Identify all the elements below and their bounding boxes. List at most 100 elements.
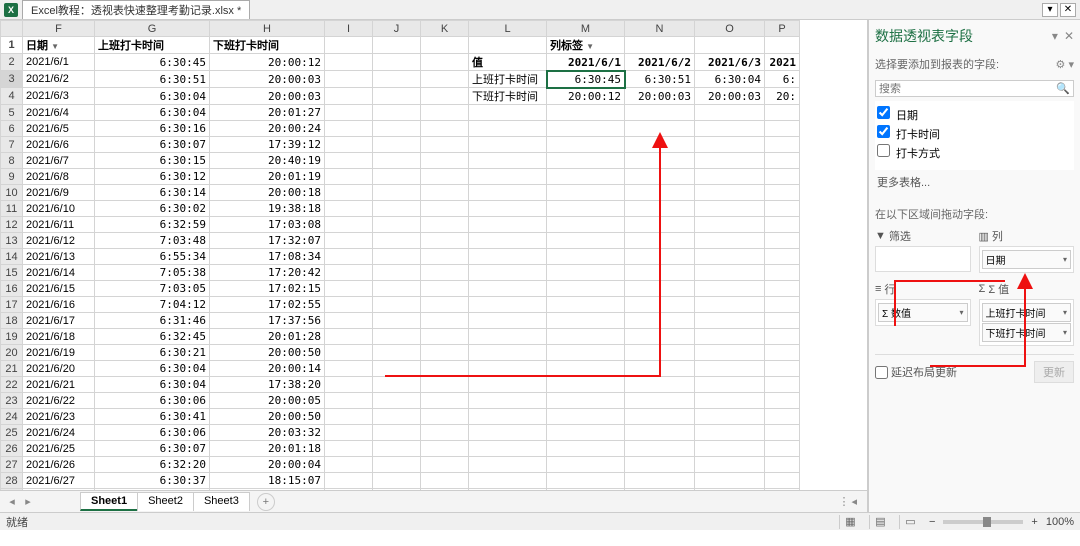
cell[interactable] xyxy=(469,457,547,473)
cell[interactable] xyxy=(421,361,469,377)
cell[interactable]: 2021/6/27 xyxy=(23,473,95,489)
view-normal-icon[interactable]: ▦ xyxy=(839,515,861,529)
cell[interactable] xyxy=(325,281,373,297)
cell[interactable] xyxy=(547,185,625,201)
cell[interactable]: 2021/6/1 xyxy=(547,54,625,71)
col-header-M[interactable]: M xyxy=(547,21,625,37)
cell[interactable]: 2021/6/21 xyxy=(23,377,95,393)
area-chip[interactable]: 上班打卡时间▾ xyxy=(982,303,1072,322)
cell[interactable]: 2021/6/19 xyxy=(23,345,95,361)
cell[interactable] xyxy=(765,441,800,457)
cell[interactable] xyxy=(625,121,695,137)
cell[interactable] xyxy=(695,377,765,393)
cell[interactable] xyxy=(765,233,800,249)
cell[interactable]: 2021/6/25 xyxy=(23,441,95,457)
cell[interactable]: 2021/6/12 xyxy=(23,233,95,249)
cell[interactable] xyxy=(469,409,547,425)
cell[interactable]: 6:30:04 xyxy=(95,361,210,377)
cell[interactable] xyxy=(325,249,373,265)
cell[interactable]: 20:00:03 xyxy=(625,88,695,105)
cell[interactable] xyxy=(469,37,547,54)
cell[interactable]: 2021/6/18 xyxy=(23,329,95,345)
cell[interactable] xyxy=(625,105,695,121)
cell[interactable] xyxy=(625,201,695,217)
cell[interactable] xyxy=(373,201,421,217)
minimize-pane-icon[interactable]: ▾ xyxy=(1042,3,1058,17)
row-header[interactable]: 11 xyxy=(1,201,23,217)
cell[interactable] xyxy=(469,201,547,217)
cell[interactable] xyxy=(625,169,695,185)
cell[interactable] xyxy=(325,393,373,409)
row-header[interactable]: 3 xyxy=(1,71,23,88)
cell[interactable]: 20:01:28 xyxy=(210,329,325,345)
cell[interactable] xyxy=(421,88,469,105)
col-header-L[interactable]: L xyxy=(469,21,547,37)
cell[interactable] xyxy=(373,233,421,249)
cell[interactable] xyxy=(325,71,373,88)
field-checkbox[interactable] xyxy=(877,106,890,119)
cell[interactable] xyxy=(695,169,765,185)
cell[interactable]: 20:00:03 xyxy=(695,88,765,105)
cell[interactable] xyxy=(765,201,800,217)
cell[interactable] xyxy=(469,121,547,137)
cell[interactable] xyxy=(765,473,800,489)
cell[interactable] xyxy=(373,457,421,473)
cell[interactable]: 17:32:07 xyxy=(210,233,325,249)
cell[interactable]: 6:31:46 xyxy=(95,313,210,329)
cell[interactable] xyxy=(421,329,469,345)
cell[interactable] xyxy=(373,441,421,457)
cell[interactable] xyxy=(325,37,373,54)
cell[interactable] xyxy=(695,313,765,329)
cell[interactable]: 6:30:04 xyxy=(695,71,765,88)
cell[interactable] xyxy=(421,105,469,121)
cell[interactable] xyxy=(625,37,695,54)
cell[interactable] xyxy=(421,71,469,88)
cell[interactable]: 2021/6/2 xyxy=(625,54,695,71)
cell[interactable]: 17:37:56 xyxy=(210,313,325,329)
field-checkbox[interactable] xyxy=(877,125,890,138)
cell[interactable]: 2021/6/15 xyxy=(23,281,95,297)
row-header[interactable]: 4 xyxy=(1,88,23,105)
cell[interactable] xyxy=(325,457,373,473)
cell[interactable] xyxy=(325,233,373,249)
cell[interactable] xyxy=(765,297,800,313)
cell[interactable] xyxy=(765,121,800,137)
cell[interactable]: 2021/6/26 xyxy=(23,457,95,473)
row-header[interactable]: 28 xyxy=(1,473,23,489)
cell[interactable] xyxy=(765,361,800,377)
cell[interactable]: 6:32:45 xyxy=(95,329,210,345)
cell[interactable] xyxy=(547,265,625,281)
cell[interactable] xyxy=(625,217,695,233)
field-item[interactable]: 打卡时间 xyxy=(875,124,1074,143)
cell[interactable]: 17:38:20 xyxy=(210,377,325,393)
cell[interactable]: 6:30:15 xyxy=(95,153,210,169)
col-header-G[interactable]: G xyxy=(95,21,210,37)
worksheet-area[interactable]: FGHIJKLMNOP1日期 ▼上班打卡时间下班打卡时间列标签 ▼22021/6… xyxy=(0,20,868,512)
cell[interactable] xyxy=(373,169,421,185)
cell[interactable] xyxy=(547,137,625,153)
cell[interactable] xyxy=(695,121,765,137)
row-header[interactable]: 10 xyxy=(1,185,23,201)
cell[interactable]: 6:32:59 xyxy=(95,217,210,233)
row-header[interactable]: 16 xyxy=(1,281,23,297)
cell[interactable] xyxy=(325,121,373,137)
cell[interactable] xyxy=(325,201,373,217)
gear-icon[interactable]: ⚙ ▾ xyxy=(1056,58,1074,71)
cell[interactable] xyxy=(469,329,547,345)
cell[interactable] xyxy=(421,441,469,457)
cell[interactable] xyxy=(373,345,421,361)
cell[interactable] xyxy=(421,153,469,169)
row-header[interactable]: 20 xyxy=(1,345,23,361)
cell[interactable] xyxy=(695,249,765,265)
cell[interactable] xyxy=(469,169,547,185)
cell[interactable]: 17:08:34 xyxy=(210,249,325,265)
sheet-tab-Sheet1[interactable]: Sheet1 xyxy=(80,492,138,511)
cell[interactable]: 20:00:50 xyxy=(210,345,325,361)
cell[interactable] xyxy=(325,425,373,441)
cell[interactable] xyxy=(625,393,695,409)
cell[interactable] xyxy=(695,425,765,441)
cell[interactable] xyxy=(421,233,469,249)
cell[interactable] xyxy=(325,185,373,201)
cell[interactable] xyxy=(547,409,625,425)
cell[interactable] xyxy=(469,281,547,297)
